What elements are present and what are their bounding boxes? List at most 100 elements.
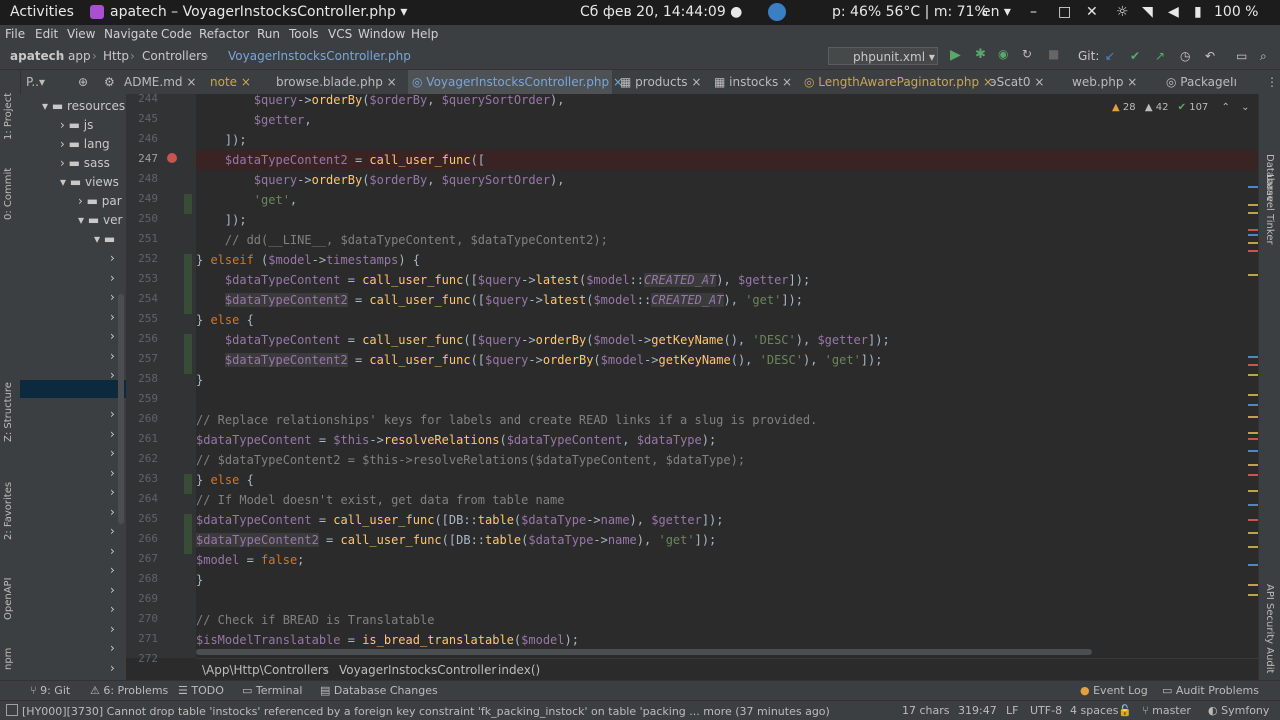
clock[interactable]: Сб фев 20, 14:44:09 ● bbox=[580, 4, 742, 20]
error-stripe-mark[interactable] bbox=[1248, 474, 1258, 476]
tool-npm[interactable]: npm bbox=[3, 648, 14, 670]
vcs-change-marker[interactable] bbox=[184, 234, 192, 254]
tree-expand-chevron[interactable]: › bbox=[110, 544, 115, 558]
vcs-change-marker[interactable] bbox=[184, 254, 192, 274]
error-stripe-mark[interactable] bbox=[1248, 250, 1258, 252]
vcs-change-marker[interactable] bbox=[184, 174, 192, 194]
error-stripe-mark[interactable] bbox=[1248, 204, 1258, 206]
framework-widget[interactable]: ◐ Symfony bbox=[1208, 704, 1269, 717]
vcs-change-marker[interactable] bbox=[184, 114, 192, 134]
vcs-change-marker[interactable] bbox=[184, 594, 192, 614]
menu-help[interactable]: Help bbox=[411, 27, 438, 41]
tab-package[interactable]: ◎ PackageIı bbox=[1162, 70, 1262, 94]
tool-audit-problems[interactable]: ▭ Audit Problems bbox=[1162, 684, 1259, 697]
tool-favorites[interactable]: 2: Favorites bbox=[3, 482, 14, 540]
tool-commit[interactable]: 0: Commit bbox=[3, 168, 14, 220]
menu-edit[interactable]: Edit bbox=[35, 27, 58, 41]
indent-setting[interactable]: 4 spaces bbox=[1070, 704, 1119, 717]
tree-expand-chevron[interactable]: › bbox=[110, 661, 115, 675]
menu-code[interactable]: Code bbox=[161, 27, 192, 41]
tree-expand-chevron[interactable]: › bbox=[110, 524, 115, 538]
error-stripe-mark[interactable] bbox=[1248, 212, 1258, 214]
horizontal-scrollbar[interactable] bbox=[196, 649, 1092, 655]
vcs-change-marker[interactable] bbox=[184, 274, 192, 294]
rollback-icon[interactable]: ↶ bbox=[1205, 49, 1215, 63]
breadcrumb-namespace[interactable]: \App\Http\Controllers bbox=[202, 663, 329, 677]
tool-laravel-tinker[interactable]: Laravel Tinker bbox=[1264, 174, 1275, 245]
tree-expand-chevron[interactable]: › bbox=[110, 563, 115, 577]
tree-expand-chevron[interactable]: › bbox=[110, 485, 115, 499]
vcs-change-marker[interactable] bbox=[184, 294, 192, 314]
language-indicator[interactable]: en ▾ bbox=[982, 4, 1011, 20]
tree-expand-chevron[interactable]: › bbox=[110, 349, 115, 363]
vcs-change-marker[interactable] bbox=[184, 354, 192, 374]
tool-database-changes[interactable]: ▤ Database Changes bbox=[320, 684, 438, 697]
vcs-change-marker[interactable] bbox=[184, 574, 192, 594]
error-stripe-mark[interactable] bbox=[1248, 464, 1258, 466]
vcs-change-marker[interactable] bbox=[184, 614, 192, 634]
tree-node-js[interactable]: › ▬ js bbox=[60, 118, 93, 132]
tree-node-folder[interactable]: ▾ ▬ bbox=[94, 232, 115, 246]
error-stripe-mark[interactable] bbox=[1248, 450, 1258, 452]
tree-expand-chevron[interactable]: › bbox=[110, 602, 115, 616]
tree-expand-chevron[interactable]: › bbox=[110, 329, 115, 343]
error-stripe-mark[interactable] bbox=[1248, 490, 1258, 492]
error-stripe-mark[interactable] bbox=[1248, 546, 1258, 548]
vcs-change-marker[interactable] bbox=[184, 474, 192, 494]
tree-scrollbar[interactable] bbox=[118, 294, 124, 524]
tool-event-log[interactable]: ● Event Log bbox=[1080, 684, 1148, 697]
volume-icon[interactable]: ◀ bbox=[1168, 4, 1179, 20]
git-branch[interactable]: ⑂ master bbox=[1142, 704, 1191, 717]
git-push-icon[interactable]: ↗ bbox=[1155, 49, 1165, 63]
tree-expand-chevron[interactable]: › bbox=[110, 641, 115, 655]
breakpoint-icon[interactable] bbox=[167, 153, 177, 163]
stop-icon[interactable]: ■ bbox=[1048, 47, 1059, 61]
error-stripe-mark[interactable] bbox=[1248, 186, 1258, 188]
tab-voyager-instocks-controller[interactable]: ◎ VoyagerInstocksController.php × bbox=[408, 70, 623, 96]
vcs-change-marker[interactable] bbox=[184, 314, 192, 334]
error-stripe-mark[interactable] bbox=[1248, 584, 1258, 586]
tree-expand-chevron[interactable]: › bbox=[110, 427, 115, 441]
status-message[interactable]: [HY000][3730] Cannot drop table 'instock… bbox=[6, 704, 830, 718]
tab-web-php[interactable]: web.php × bbox=[1068, 70, 1162, 94]
tool-git[interactable]: ⑂ 9: Git bbox=[30, 684, 70, 697]
tool-openapi[interactable]: OpenAPI bbox=[3, 577, 14, 620]
profile-icon[interactable]: ↻ bbox=[1022, 47, 1032, 61]
tree-expand-chevron[interactable]: › bbox=[110, 622, 115, 636]
error-stripe-mark[interactable] bbox=[1248, 564, 1258, 566]
error-stripe-mark[interactable] bbox=[1248, 374, 1258, 376]
error-stripe[interactable] bbox=[1248, 94, 1258, 658]
tab-browse-blade[interactable]: browse.blade.php × bbox=[272, 70, 406, 94]
tool-problems[interactable]: ⚠ 6: Problems bbox=[90, 684, 168, 697]
tool-todo[interactable]: ☰ TODO bbox=[178, 684, 224, 697]
vcs-change-marker[interactable] bbox=[184, 194, 192, 214]
tree-node-lang[interactable]: › ▬ lang bbox=[60, 137, 110, 151]
line-separator[interactable]: LF bbox=[1006, 704, 1018, 717]
tree-expand-chevron[interactable]: › bbox=[110, 505, 115, 519]
vcs-change-marker[interactable] bbox=[184, 654, 192, 674]
error-stripe-mark[interactable] bbox=[1248, 242, 1258, 244]
crumb-http[interactable]: Http bbox=[103, 49, 129, 63]
code-editor[interactable]: $query->orderBy($orderBy, $querySortOrde… bbox=[196, 94, 1258, 658]
tab-length-aware-paginator[interactable]: ◎ LengthAwarePaginator.php × bbox=[800, 70, 993, 94]
breadcrumb-method[interactable]: index() bbox=[498, 663, 540, 677]
menu-refactor[interactable]: Refactor bbox=[199, 27, 249, 41]
vcs-change-marker[interactable] bbox=[184, 454, 192, 474]
menu-navigate[interactable]: Navigate bbox=[104, 27, 158, 41]
error-stripe-mark[interactable] bbox=[1248, 364, 1258, 366]
vcs-change-marker[interactable] bbox=[184, 414, 192, 434]
error-stripe-mark[interactable] bbox=[1248, 438, 1258, 440]
tree-expand-chevron[interactable]: › bbox=[110, 407, 115, 421]
brightness-icon[interactable]: ☼ bbox=[1116, 4, 1129, 20]
vcs-change-marker[interactable] bbox=[184, 634, 192, 654]
file-encoding[interactable]: UTF-8 bbox=[1030, 704, 1062, 717]
tree-expand-chevron[interactable]: › bbox=[110, 466, 115, 480]
crumb-file[interactable]: VoyagerInstocksController.php bbox=[228, 49, 411, 63]
settings-gear-icon[interactable]: ⚙ bbox=[100, 70, 118, 94]
error-stripe-mark[interactable] bbox=[1248, 532, 1258, 534]
tree-expand-chevron[interactable]: › bbox=[110, 310, 115, 324]
error-stripe-mark[interactable] bbox=[1248, 274, 1258, 276]
activities-button[interactable]: Activities bbox=[10, 4, 74, 20]
notification-icon[interactable] bbox=[768, 3, 786, 21]
close-icon[interactable]: ✕ bbox=[1086, 4, 1098, 20]
